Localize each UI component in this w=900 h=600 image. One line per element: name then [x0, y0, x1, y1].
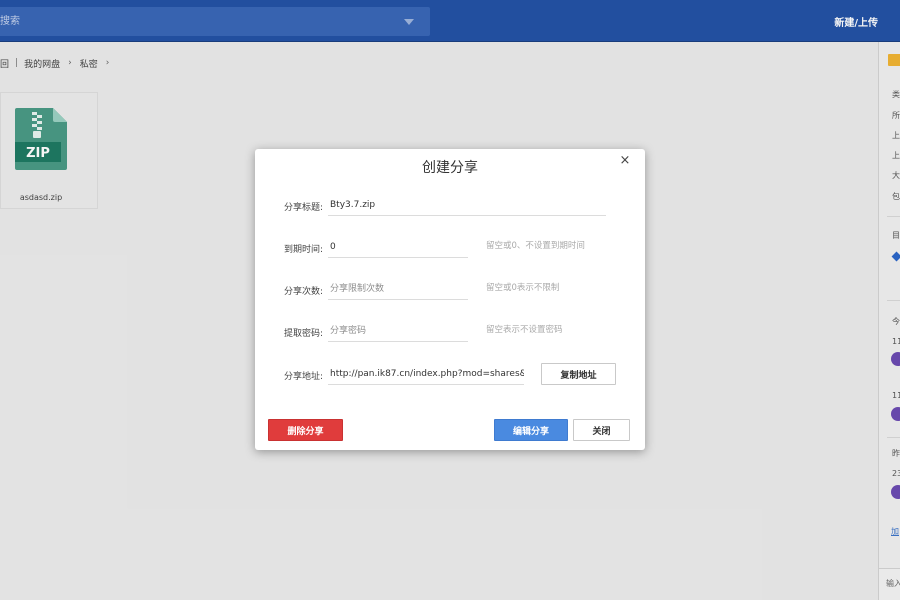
share-times-input[interactable] [328, 278, 468, 300]
expire-time-label: 到期时间: [284, 245, 324, 255]
close-button[interactable]: 关闭 [573, 419, 630, 441]
share-title-input[interactable] [328, 194, 606, 216]
expire-time-input[interactable] [328, 236, 468, 258]
password-hint: 留空表示不设置密码 [486, 325, 563, 335]
share-url-label: 分享地址: [284, 372, 324, 382]
share-times-hint: 留空或0表示不限制 [486, 283, 560, 293]
share-url-input[interactable] [328, 363, 524, 385]
edit-share-button[interactable]: 编辑分享 [494, 419, 568, 441]
create-share-dialog: 创建分享 × 分享标题: 到期时间: 留空或0、不设置到期时间 分享次数: 留空… [255, 149, 645, 450]
share-title-label: 分享标题: [284, 203, 324, 213]
password-label: 提取密码: [284, 329, 324, 339]
expire-time-hint: 留空或0、不设置到期时间 [486, 241, 585, 251]
close-icon[interactable]: × [617, 153, 633, 169]
delete-share-button[interactable]: 删除分享 [268, 419, 343, 441]
password-input[interactable] [328, 320, 468, 342]
dialog-title: 创建分享 [422, 160, 478, 176]
share-times-label: 分享次数: [284, 287, 324, 297]
copy-url-button[interactable]: 复制地址 [541, 363, 616, 385]
